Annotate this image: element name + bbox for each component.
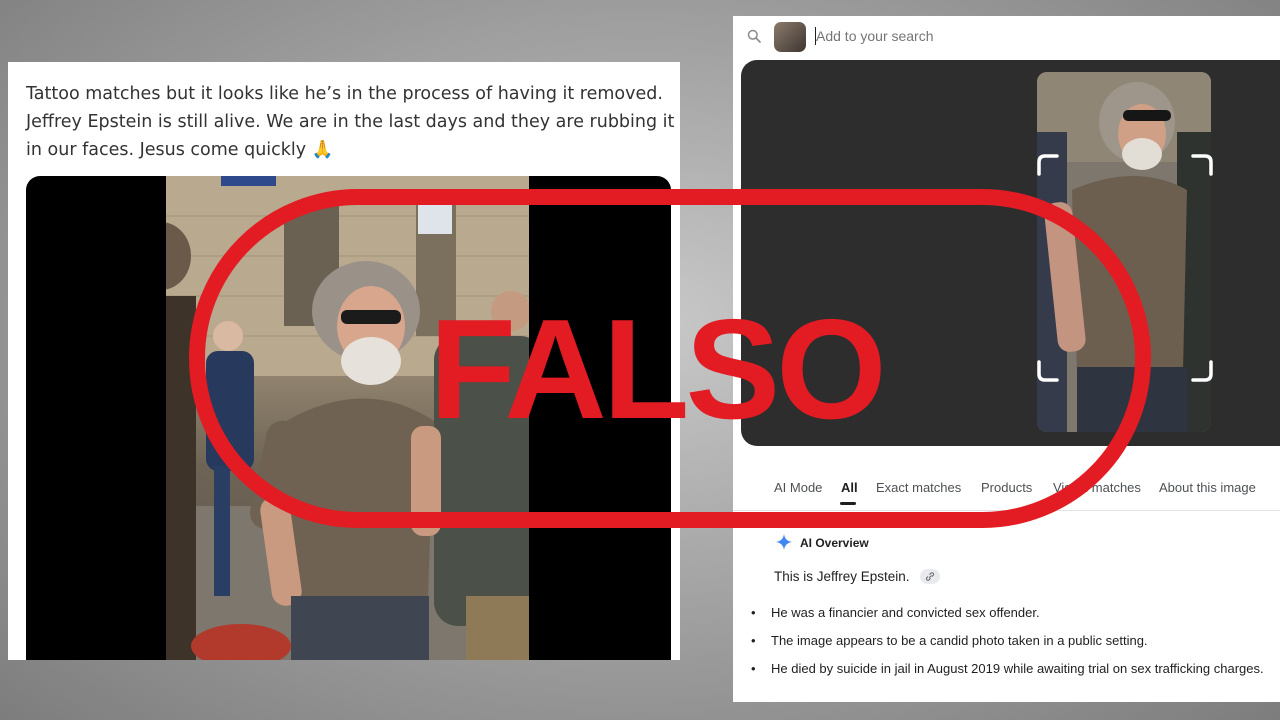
tab-ai-mode[interactable]: AI Mode: [774, 480, 822, 495]
post-image[interactable]: [26, 176, 671, 660]
link-icon: [925, 572, 935, 581]
ai-overview-title: AI Overview: [800, 536, 869, 550]
tab-all[interactable]: All: [841, 480, 858, 495]
ai-overview-bullet: The image appears to be a candid photo t…: [751, 630, 1271, 651]
post-text: Tattoo matches but it looks like he’s in…: [26, 80, 676, 164]
search-bar[interactable]: [733, 16, 1280, 58]
post-text-line: Tattoo matches but it looks like he’s in…: [26, 84, 663, 104]
post-text-line: in our faces. Jesus come quickly 🙏: [26, 140, 334, 160]
search-icon: [747, 29, 761, 43]
sparkle-icon: [776, 534, 792, 550]
image-search-panel: AI Mode All Exact matches Products Visua…: [733, 16, 1280, 702]
source-link-chip[interactable]: [920, 569, 940, 584]
street-scene-illustration: [166, 176, 529, 660]
crop-selection-handles[interactable]: [1035, 152, 1215, 384]
ai-overview-bullet: He was a financier and convicted sex off…: [751, 602, 1271, 623]
search-tabs: AI Mode All Exact matches Products Visua…: [733, 474, 1280, 510]
tab-exact-matches[interactable]: Exact matches: [876, 480, 961, 495]
post-text-line: Jeffrey Epstein is still alive. We are i…: [26, 112, 675, 132]
tab-products[interactable]: Products: [981, 480, 1032, 495]
street-photo: [166, 176, 529, 660]
search-input[interactable]: [816, 25, 1236, 47]
tab-visual-matches[interactable]: Visual matches: [1053, 480, 1141, 495]
tab-about-this-image[interactable]: About this image: [1159, 480, 1256, 495]
social-post-card: Tattoo matches but it looks like he’s in…: [8, 62, 680, 660]
tabs-divider: [733, 510, 1280, 511]
query-image-thumbnail[interactable]: [774, 22, 806, 52]
active-tab-indicator: [840, 502, 856, 505]
ai-overview-bullet: He died by suicide in jail in August 201…: [751, 658, 1266, 679]
ai-overview-intro: This is Jeffrey Epstein.: [774, 569, 910, 584]
lens-image-viewer[interactable]: [741, 60, 1280, 446]
